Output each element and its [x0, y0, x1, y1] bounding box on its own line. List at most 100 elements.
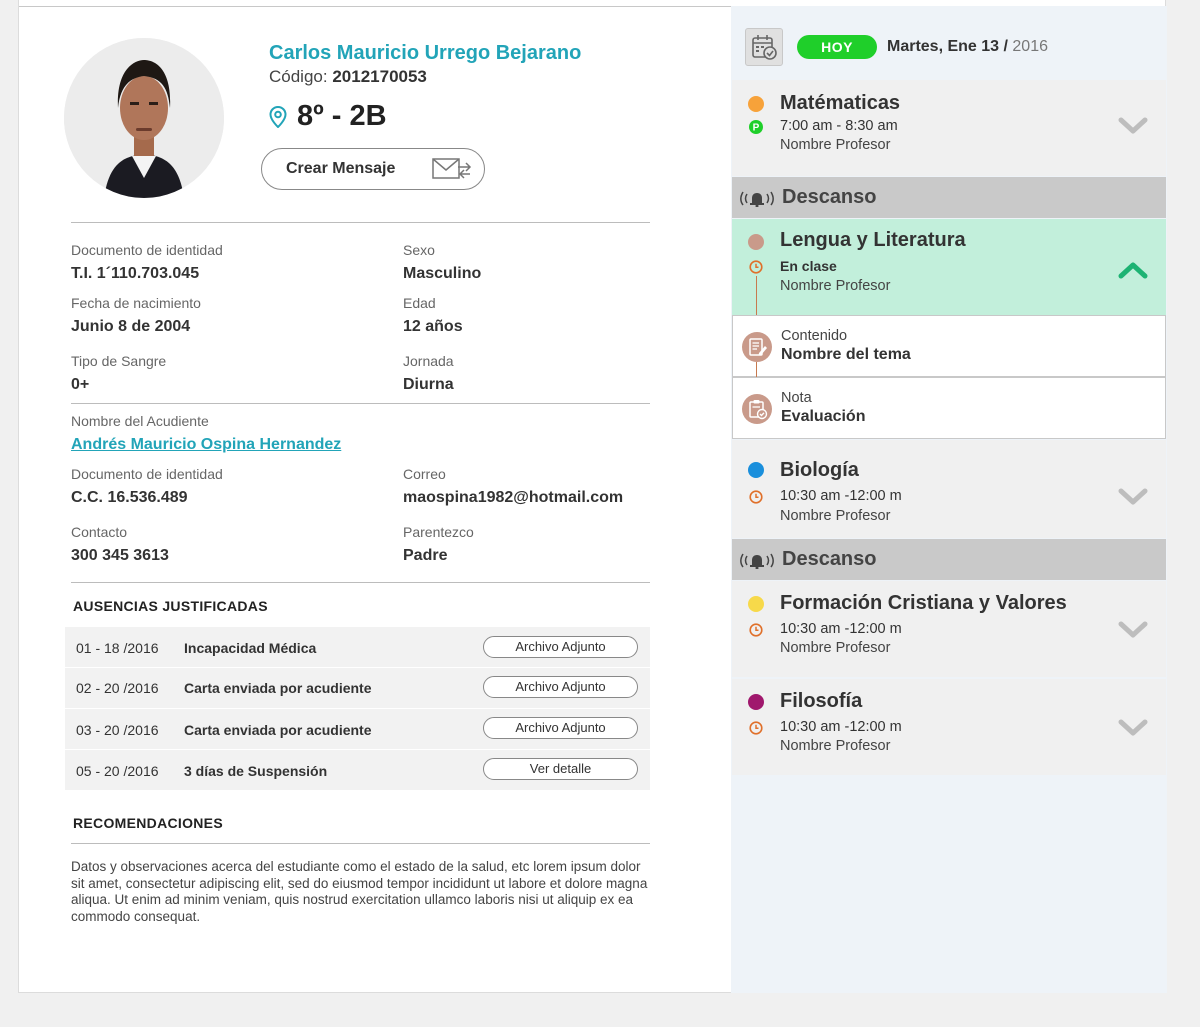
- class-teacher: Nombre Profesor: [780, 508, 891, 524]
- table-row: 03 - 20 /2016 Carta enviada por acudient…: [65, 709, 650, 750]
- birth-label: Fecha de nacimiento: [71, 295, 201, 311]
- class-detail-content[interactable]: Contenido Nombre del tema: [732, 315, 1166, 377]
- table-row: 05 - 20 /2016 3 días de Suspensión Ver d…: [65, 750, 650, 790]
- chevron-down-icon[interactable]: [1118, 117, 1148, 135]
- doc-value: T.I. 1´110.703.045: [71, 265, 200, 282]
- subject-color-dot: [748, 462, 764, 478]
- class-status: En clase: [780, 258, 837, 274]
- subject-color-dot: [748, 234, 764, 250]
- create-message-button[interactable]: Crear Mensaje: [261, 148, 485, 190]
- schedule-date: Martes, Ene 13 / 2016: [887, 38, 1048, 56]
- clock-icon: [749, 623, 763, 637]
- student-code-value: 2012170053: [332, 67, 427, 86]
- class-teacher: Nombre Profesor: [780, 738, 891, 754]
- guardian-relation-label: Parentezco: [403, 524, 474, 540]
- grade-detail-label: Nota: [781, 390, 812, 406]
- sex-value: Masculino: [403, 265, 482, 282]
- guardian-doc-label: Documento de identidad: [71, 466, 223, 482]
- break-bar: Descanso: [732, 539, 1166, 580]
- class-time: 10:30 am -12:00 m: [780, 488, 902, 504]
- envelope-forward-icon: [432, 158, 472, 179]
- birth-value: Junio 8 de 2004: [71, 318, 191, 335]
- attachment-button[interactable]: Archivo Adjunto: [483, 636, 638, 658]
- svg-text:P: P: [753, 123, 760, 134]
- class-teacher: Nombre Profesor: [780, 137, 891, 153]
- recommendations-title: RECOMENDACIONES: [73, 815, 223, 831]
- blood-value: 0+: [71, 376, 90, 393]
- student-avatar: [64, 38, 224, 198]
- absence-date: 02 - 20 /2016: [76, 680, 159, 696]
- class-time: 7:00 am - 8:30 am: [780, 118, 898, 134]
- subject-color-dot: [748, 96, 764, 112]
- doc-label: Documento de identidad: [71, 242, 223, 258]
- class-slot-lengua[interactable]: Lengua y Literatura En clase Nombre Prof…: [732, 219, 1166, 315]
- absence-date: 01 - 18 /2016: [76, 640, 159, 656]
- class-teacher: Nombre Profesor: [780, 278, 891, 294]
- view-detail-button[interactable]: Ver detalle: [483, 758, 638, 780]
- divider: [71, 582, 650, 583]
- absence-date: 05 - 20 /2016: [76, 763, 159, 779]
- student-code-label: Código:: [269, 67, 328, 86]
- schedule-day: Martes, Ene 13 /: [887, 38, 1008, 55]
- blood-label: Tipo de Sangre: [71, 353, 167, 369]
- class-slot-filosofia[interactable]: Filosofía 10:30 am -12:00 m Nombre Profe…: [732, 679, 1166, 775]
- break-bar: Descanso: [732, 177, 1166, 218]
- class-slot-formacion[interactable]: Formación Cristiana y Valores 10:30 am -…: [732, 581, 1166, 677]
- chevron-down-icon[interactable]: [1118, 621, 1148, 639]
- guardian-email-label: Correo: [403, 466, 446, 482]
- today-badge[interactable]: HOY: [797, 35, 877, 59]
- clock-icon: [749, 490, 763, 504]
- sex-label: Sexo: [403, 242, 435, 258]
- class-time: 10:30 am -12:00 m: [780, 719, 902, 735]
- class-detail-grade[interactable]: Nota Evaluación: [732, 377, 1166, 439]
- absences-table: 01 - 18 /2016 Incapacidad Médica Archivo…: [65, 627, 650, 790]
- student-name: Carlos Mauricio Urrego Bejarano: [269, 42, 582, 64]
- class-time: 10:30 am -12:00 m: [780, 621, 902, 637]
- age-label: Edad: [403, 295, 436, 311]
- absence-reason: 3 días de Suspensión: [184, 763, 328, 779]
- location-pin-icon: [269, 105, 287, 128]
- guardian-name-link[interactable]: Andrés Mauricio Ospina Hernandez: [71, 436, 341, 454]
- chevron-down-icon[interactable]: [1118, 719, 1148, 737]
- content-value: Nombre del tema: [781, 346, 911, 363]
- timeline-connector: [756, 276, 757, 316]
- clipboard-check-icon: [742, 394, 772, 424]
- class-slot-biologia[interactable]: Biología 10:30 am -12:00 m Nombre Profes…: [732, 440, 1166, 538]
- class-title: Filosofía: [780, 690, 863, 712]
- class-title: Lengua y Literatura: [780, 229, 966, 251]
- top-divider: [19, 6, 749, 7]
- p-status-icon: P: [749, 120, 763, 134]
- guardian-relation-value: Padre: [403, 547, 448, 564]
- shift-label: Jornada: [403, 353, 454, 369]
- avatar-photo: [64, 38, 224, 198]
- class-title: Biología: [780, 459, 859, 481]
- content-label: Contenido: [781, 328, 848, 344]
- create-message-label: Crear Mensaje: [286, 160, 396, 177]
- class-slot-matematicas[interactable]: Matématicas P 7:00 am - 8:30 am Nombre P…: [732, 80, 1166, 176]
- guardian-name-label: Nombre del Acudiente: [71, 413, 209, 429]
- schedule-year: 2016: [1012, 38, 1048, 55]
- guardian-contact-value: 300 345 3613: [71, 547, 169, 564]
- class-teacher: Nombre Profesor: [780, 640, 891, 656]
- calendar-button[interactable]: [745, 28, 783, 66]
- recommendations-text: Datos y observaciones acerca del estudia…: [71, 859, 648, 924]
- absence-reason: Carta enviada por acudiente: [184, 722, 372, 738]
- bell-ringing-icon: [740, 553, 774, 569]
- class-title: Formación Cristiana y Valores: [780, 592, 1067, 614]
- attachment-button[interactable]: Archivo Adjunto: [483, 676, 638, 698]
- absence-reason: Incapacidad Médica: [184, 640, 317, 656]
- break-label: Descanso: [782, 186, 877, 208]
- guardian-email-value: maospina1982@hotmail.com: [403, 489, 624, 506]
- break-label: Descanso: [782, 548, 877, 570]
- clock-icon: [749, 721, 763, 735]
- attachment-button[interactable]: Archivo Adjunto: [483, 717, 638, 739]
- guardian-contact-label: Contacto: [71, 524, 128, 540]
- age-value: 12 años: [403, 318, 463, 335]
- absences-title: AUSENCIAS JUSTIFICADAS: [73, 598, 268, 614]
- chevron-up-icon[interactable]: [1118, 261, 1148, 279]
- calendar-check-icon: [752, 35, 777, 60]
- student-code: Código: 2012170053: [269, 67, 427, 87]
- chevron-down-icon[interactable]: [1118, 488, 1148, 506]
- absence-date: 03 - 20 /2016: [76, 722, 159, 738]
- absence-reason: Carta enviada por acudiente: [184, 680, 372, 696]
